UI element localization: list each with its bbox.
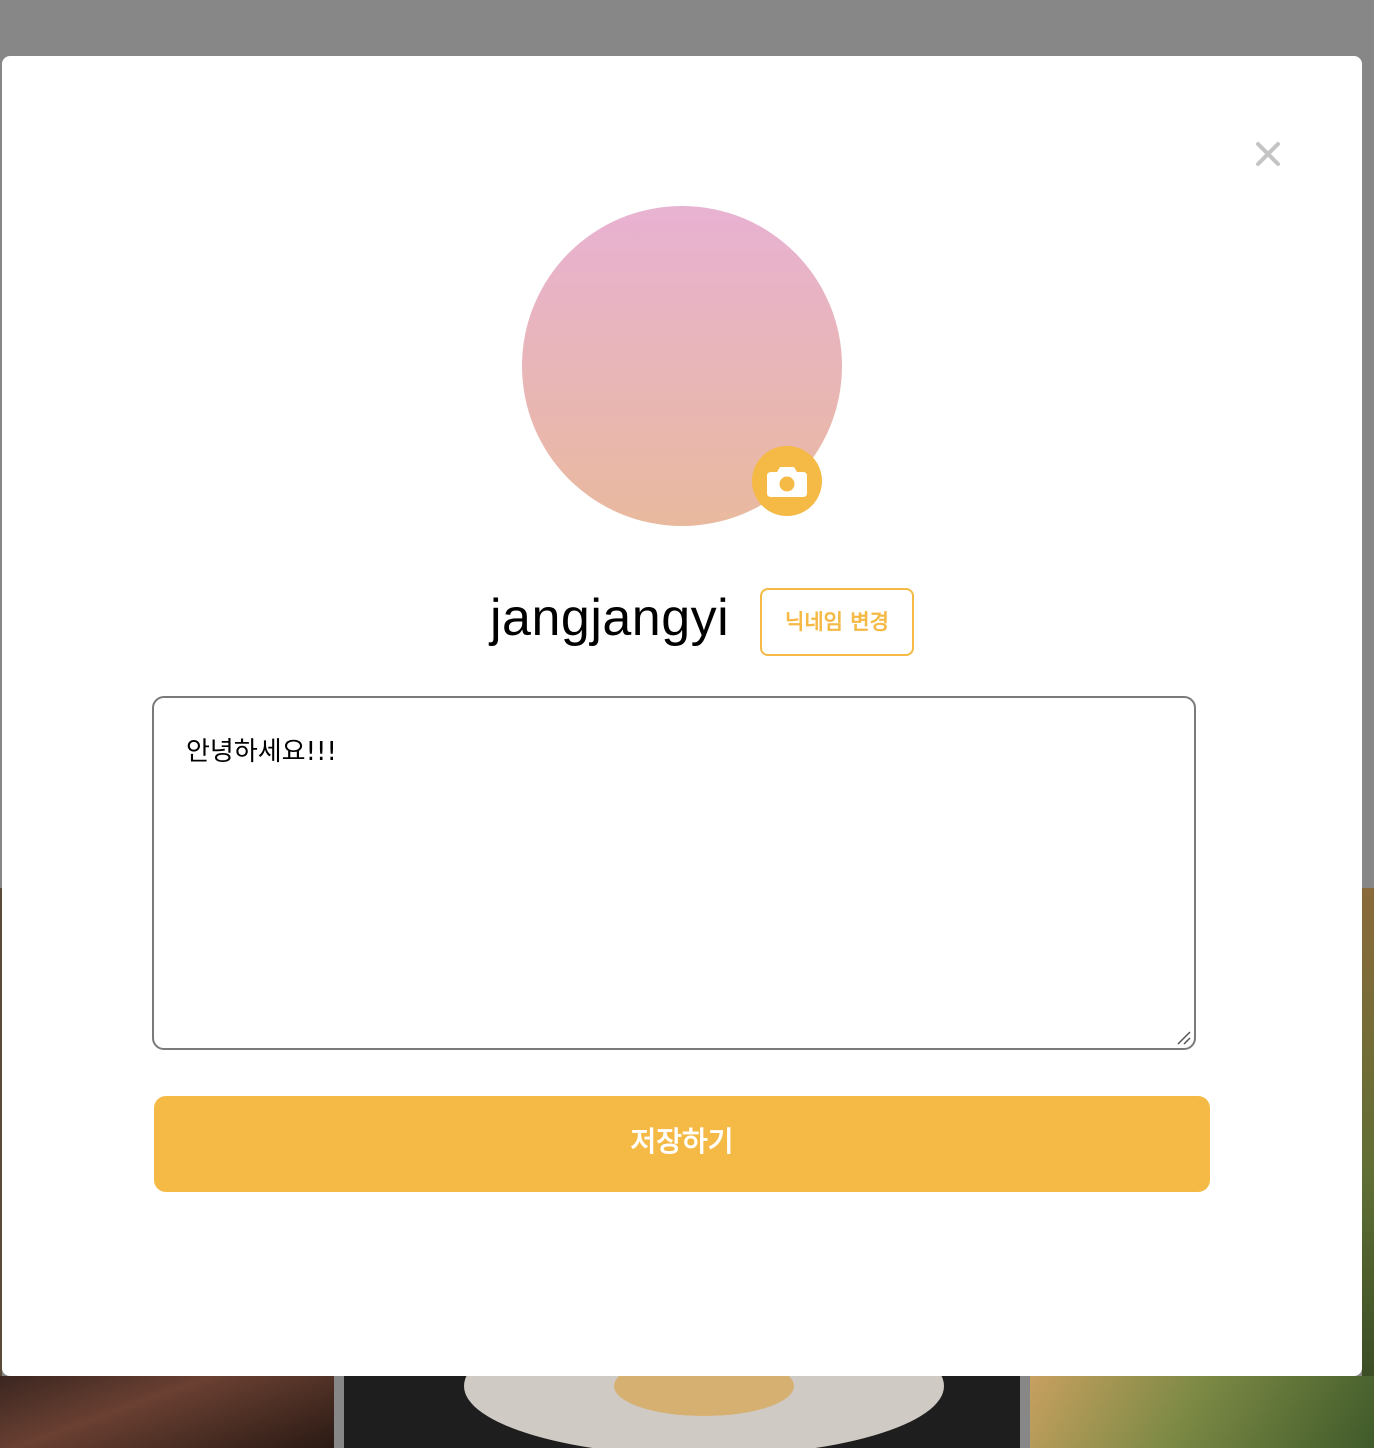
profile-avatar-area: [522, 206, 842, 526]
camera-icon: [767, 467, 807, 497]
background-food-photo: [1030, 1376, 1374, 1448]
background-food-photo: [0, 1376, 334, 1448]
close-button[interactable]: [1250, 136, 1286, 172]
background-food-photo: [344, 1376, 1020, 1448]
bio-text: 안녕하세요!!!: [186, 737, 337, 767]
background-photo-edge: [1362, 888, 1374, 1376]
change-nickname-button[interactable]: 닉네임 변경: [760, 588, 914, 656]
nickname-text: jangjangyi: [490, 589, 730, 647]
profile-edit-modal: jangjangyi 닉네임 변경 안녕하세요!!! 저장하기: [2, 56, 1362, 1376]
nickname-row: jangjangyi 닉네임 변경: [2, 588, 1362, 658]
save-button[interactable]: 저장하기: [154, 1096, 1210, 1192]
close-icon: [1256, 142, 1280, 166]
resize-handle-icon[interactable]: [1175, 1029, 1191, 1045]
bio-textarea[interactable]: 안녕하세요!!!: [152, 696, 1196, 1050]
change-photo-button[interactable]: [752, 446, 822, 516]
